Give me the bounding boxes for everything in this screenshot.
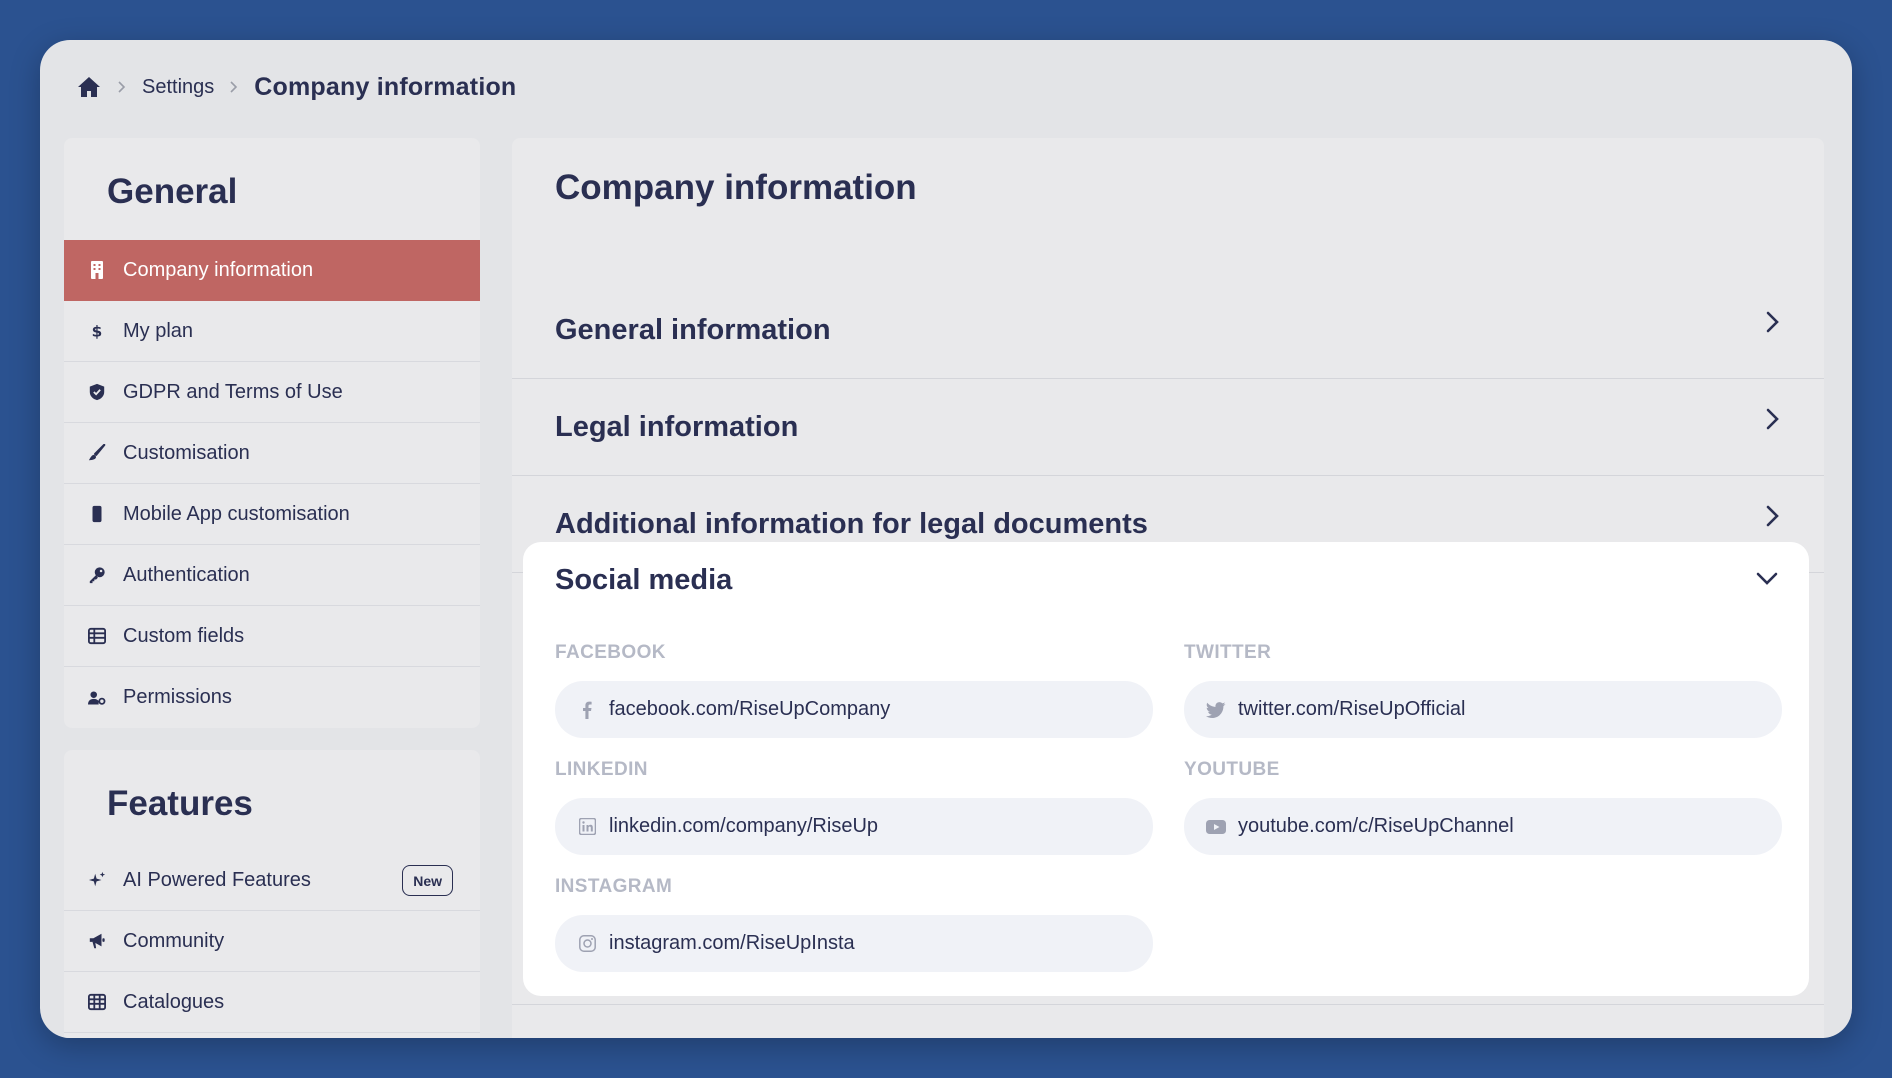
facebook-label: FACEBOOK [555, 642, 666, 663]
sidebar-item-label: AI Powered Features [123, 868, 311, 891]
key-icon [86, 564, 108, 586]
sidebar-general: General Company information $ My plan GD… [64, 138, 480, 728]
new-badge: New [402, 865, 453, 896]
chevron-down-icon[interactable] [1755, 566, 1779, 590]
app-window: Settings Company information General Com… [40, 40, 1852, 1038]
twitter-icon [1206, 700, 1226, 720]
megaphone-icon [86, 930, 108, 952]
chevron-right-icon [102, 81, 142, 93]
sidebar-item-company-information[interactable]: Company information [64, 240, 480, 301]
chevron-right-icon [1766, 505, 1779, 527]
sidebar-item-community[interactable]: Community [64, 911, 480, 972]
sidebar-item-label: Catalogues [123, 990, 225, 1013]
section-title[interactable]: Social media [555, 564, 732, 597]
svg-text:$: $ [92, 322, 103, 340]
instagram-label: INSTAGRAM [555, 876, 673, 897]
section-general-information[interactable]: General information [512, 282, 1824, 379]
grid-icon [86, 991, 108, 1013]
chevron-right-icon [1766, 311, 1779, 333]
twitter-label: TWITTER [1184, 642, 1272, 663]
sidebar-item-label: Permissions [123, 686, 232, 708]
sidebar-item-label: Community [123, 929, 225, 952]
sidebar-item-catalogues[interactable]: Catalogues [64, 972, 480, 1033]
building-icon [86, 259, 108, 281]
breadcrumb-current: Company information [254, 72, 517, 101]
facebook-icon [577, 700, 597, 720]
sidebar-item-mobile-app[interactable]: Mobile App customisation [64, 484, 480, 545]
chevron-right-icon [1766, 408, 1779, 430]
chevron-right-icon [214, 81, 254, 93]
breadcrumb-settings[interactable]: Settings [142, 76, 214, 99]
sidebar-item-authentication[interactable]: Authentication [64, 545, 480, 606]
sidebar-item-custom-fields[interactable]: Custom fields [64, 606, 480, 667]
sidebar-item-customisation[interactable]: Customisation [64, 423, 480, 484]
section-title: General information [555, 313, 831, 346]
instagram-input[interactable] [609, 932, 1129, 955]
linkedin-label: LINKEDIN [555, 759, 648, 780]
sidebar-item-label: My plan [123, 319, 194, 342]
sidebar-item-label: Customisation [123, 441, 250, 464]
breadcrumb: Settings Company information [76, 70, 516, 104]
sidebar-item-label: GDPR and Terms of Use [123, 380, 343, 403]
linkedin-field[interactable] [555, 798, 1153, 855]
sparkles-icon [86, 869, 108, 891]
linkedin-input[interactable] [609, 815, 1129, 838]
sidebar-item-gdpr[interactable]: GDPR and Terms of Use [64, 362, 480, 423]
sidebar-general-title: General [107, 172, 238, 211]
sidebar-features-title: Features [107, 784, 253, 823]
mobile-icon [86, 503, 108, 525]
section-title: Legal information [555, 410, 799, 443]
divider [512, 1004, 1824, 1005]
youtube-label: YOUTUBE [1184, 759, 1280, 780]
sidebar-item-my-plan[interactable]: $ My plan [64, 301, 480, 362]
page-title: Company information [555, 168, 917, 207]
linkedin-icon [577, 817, 597, 837]
brush-icon [86, 442, 108, 464]
table-icon [86, 625, 108, 647]
sidebar-item-label: Authentication [123, 563, 250, 586]
sidebar-item-permissions[interactable]: Permissions [64, 667, 480, 728]
sidebar-item-label: Company information [123, 258, 314, 281]
shield-icon [86, 381, 108, 403]
sidebar-item-label: Custom fields [123, 624, 245, 647]
twitter-input[interactable] [1238, 698, 1758, 721]
section-social-media: Social media FACEBOOK TWITTER LINKEDIN [523, 542, 1809, 996]
dollar-icon: $ [86, 320, 108, 342]
main-panel: Company information General information … [512, 138, 1824, 1038]
facebook-field[interactable] [555, 681, 1153, 738]
user-gear-icon [86, 687, 108, 709]
instagram-field[interactable] [555, 915, 1153, 972]
youtube-field[interactable] [1184, 798, 1782, 855]
twitter-field[interactable] [1184, 681, 1782, 738]
sidebar-item-label: Mobile App customisation [123, 502, 350, 525]
facebook-input[interactable] [609, 698, 1129, 721]
home-icon[interactable] [76, 74, 102, 100]
youtube-icon [1206, 817, 1226, 837]
instagram-icon [577, 934, 597, 954]
sidebar-item-ai-features[interactable]: AI Powered Features New [64, 850, 480, 911]
youtube-input[interactable] [1238, 815, 1758, 838]
section-title: Additional information for legal documen… [555, 507, 1148, 540]
sidebar-features: Features AI Powered Features New Communi… [64, 750, 480, 1038]
section-legal-information[interactable]: Legal information [512, 379, 1824, 476]
